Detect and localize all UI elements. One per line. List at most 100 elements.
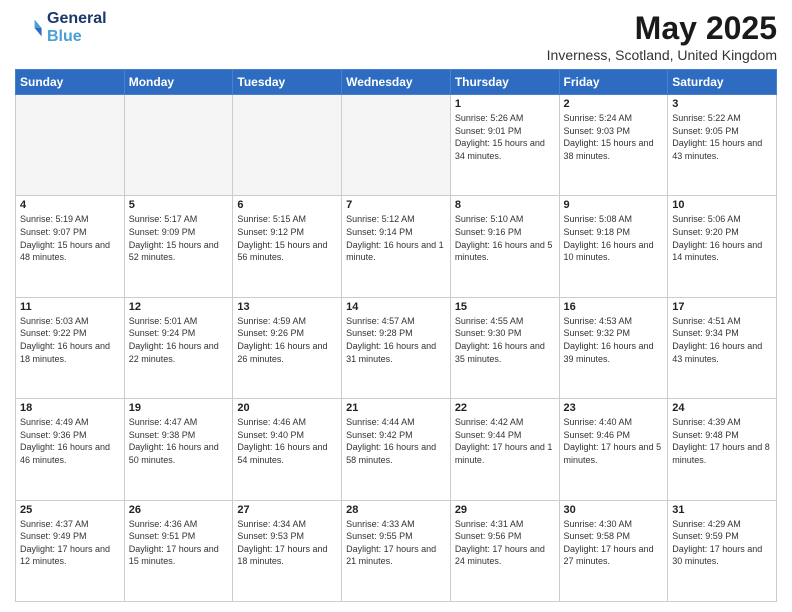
day-info: Sunrise: 5:01 AM Sunset: 9:24 PM Dayligh…	[129, 315, 229, 365]
day-cell-2-4: 15 Sunrise: 4:55 AM Sunset: 9:30 PM Dayli…	[450, 297, 559, 398]
day-cell-1-4: 8 Sunrise: 5:10 AM Sunset: 9:16 PM Daylig…	[450, 196, 559, 297]
day-info: Sunrise: 4:47 AM Sunset: 9:38 PM Dayligh…	[129, 416, 229, 466]
day-cell-1-2: 6Sunrise: 5:15 AM Sunset: 9:12 PM Daylig…	[233, 196, 342, 297]
day-info: Sunrise: 4:31 AM Sunset: 9:56 PM Dayligh…	[455, 518, 555, 568]
day-cell-4-3: 28 Sunrise: 4:33 AM Sunset: 9:55 PM Dayli…	[342, 500, 451, 601]
day-cell-4-4: 29 Sunrise: 4:31 AM Sunset: 9:56 PM Dayli…	[450, 500, 559, 601]
day-number: 8	[455, 199, 555, 211]
day-number: 2	[564, 98, 664, 110]
day-cell-0-6: 3 Sunrise: 5:22 AM Sunset: 9:05 PM Daylig…	[668, 95, 777, 196]
day-cell-1-0: 4 Sunrise: 5:19 AM Sunset: 9:07 PM Daylig…	[16, 196, 125, 297]
day-cell-0-1	[124, 95, 233, 196]
day-info: Sunrise: 4:55 AM Sunset: 9:30 PM Dayligh…	[455, 315, 555, 365]
day-cell-2-0: 11 Sunrise: 5:03 AM Sunset: 9:22 PM Dayli…	[16, 297, 125, 398]
day-number: 24	[672, 402, 772, 414]
day-info: Sunrise: 4:37 AM Sunset: 9:49 PM Dayligh…	[20, 518, 120, 568]
day-number: 12	[129, 301, 229, 313]
day-cell-4-2: 27 Sunrise: 4:34 AM Sunset: 9:53 PM Dayli…	[233, 500, 342, 601]
day-cell-4-6: 31Sunrise: 4:29 AM Sunset: 9:59 PM Dayli…	[668, 500, 777, 601]
day-info: Sunrise: 5:26 AM Sunset: 9:01 PM Dayligh…	[455, 112, 555, 162]
day-number: 3	[672, 98, 772, 110]
day-number: 15	[455, 301, 555, 313]
day-number: 7	[346, 199, 446, 211]
day-cell-4-5: 30 Sunrise: 4:30 AM Sunset: 9:58 PM Dayli…	[559, 500, 668, 601]
day-number: 25	[20, 504, 120, 516]
day-cell-2-6: 17 Sunrise: 4:51 AM Sunset: 9:34 PM Dayli…	[668, 297, 777, 398]
day-number: 19	[129, 402, 229, 414]
col-wednesday: Wednesday	[342, 70, 451, 95]
day-number: 28	[346, 504, 446, 516]
day-cell-2-3: 14 Sunrise: 4:57 AM Sunset: 9:28 PM Dayli…	[342, 297, 451, 398]
day-cell-1-5: 9Sunrise: 5:08 AM Sunset: 9:18 PM Daylig…	[559, 196, 668, 297]
day-cell-0-5: 2 Sunrise: 5:24 AM Sunset: 9:03 PM Daylig…	[559, 95, 668, 196]
day-cell-0-0	[16, 95, 125, 196]
title-block: May 2025 Inverness, Scotland, United Kin…	[547, 10, 777, 63]
day-number: 31	[672, 504, 772, 516]
day-info: Sunrise: 5:08 AM Sunset: 9:18 PM Dayligh…	[564, 213, 664, 263]
day-number: 11	[20, 301, 120, 313]
day-number: 13	[237, 301, 337, 313]
day-number: 21	[346, 402, 446, 414]
day-cell-4-1: 26 Sunrise: 4:36 AM Sunset: 9:51 PM Dayli…	[124, 500, 233, 601]
week-row-1: 1 Sunrise: 5:26 AM Sunset: 9:01 PM Daylig…	[16, 95, 777, 196]
day-cell-2-5: 16Sunrise: 4:53 AM Sunset: 9:32 PM Dayli…	[559, 297, 668, 398]
day-number: 27	[237, 504, 337, 516]
day-number: 14	[346, 301, 446, 313]
day-info: Sunrise: 5:12 AM Sunset: 9:14 PM Dayligh…	[346, 213, 446, 263]
day-number: 30	[564, 504, 664, 516]
day-info: Sunrise: 5:17 AM Sunset: 9:09 PM Dayligh…	[129, 213, 229, 263]
day-info: Sunrise: 4:51 AM Sunset: 9:34 PM Dayligh…	[672, 315, 772, 365]
day-cell-3-6: 24Sunrise: 4:39 AM Sunset: 9:48 PM Dayli…	[668, 399, 777, 500]
week-row-4: 18Sunrise: 4:49 AM Sunset: 9:36 PM Dayli…	[16, 399, 777, 500]
day-cell-3-1: 19 Sunrise: 4:47 AM Sunset: 9:38 PM Dayli…	[124, 399, 233, 500]
day-cell-4-0: 25 Sunrise: 4:37 AM Sunset: 9:49 PM Dayli…	[16, 500, 125, 601]
day-number: 10	[672, 199, 772, 211]
day-number: 18	[20, 402, 120, 414]
day-cell-2-2: 13Sunrise: 4:59 AM Sunset: 9:26 PM Dayli…	[233, 297, 342, 398]
day-info: Sunrise: 5:22 AM Sunset: 9:05 PM Dayligh…	[672, 112, 772, 162]
day-cell-1-1: 5 Sunrise: 5:17 AM Sunset: 9:09 PM Daylig…	[124, 196, 233, 297]
month-title: May 2025	[547, 10, 777, 47]
day-number: 4	[20, 199, 120, 211]
col-saturday: Saturday	[668, 70, 777, 95]
day-number: 1	[455, 98, 555, 110]
logo: General Blue	[15, 10, 107, 45]
header: General Blue May 2025 Inverness, Scotlan…	[15, 10, 777, 63]
day-info: Sunrise: 4:40 AM Sunset: 9:46 PM Dayligh…	[564, 416, 664, 466]
day-number: 16	[564, 301, 664, 313]
calendar-header-row: Sunday Monday Tuesday Wednesday Thursday…	[16, 70, 777, 95]
day-cell-0-4: 1 Sunrise: 5:26 AM Sunset: 9:01 PM Daylig…	[450, 95, 559, 196]
day-info: Sunrise: 5:19 AM Sunset: 9:07 PM Dayligh…	[20, 213, 120, 263]
day-cell-3-5: 23 Sunrise: 4:40 AM Sunset: 9:46 PM Dayli…	[559, 399, 668, 500]
day-info: Sunrise: 5:24 AM Sunset: 9:03 PM Dayligh…	[564, 112, 664, 162]
day-info: Sunrise: 4:30 AM Sunset: 9:58 PM Dayligh…	[564, 518, 664, 568]
day-number: 29	[455, 504, 555, 516]
page: General Blue May 2025 Inverness, Scotlan…	[0, 0, 792, 612]
day-info: Sunrise: 4:44 AM Sunset: 9:42 PM Dayligh…	[346, 416, 446, 466]
col-monday: Monday	[124, 70, 233, 95]
day-number: 17	[672, 301, 772, 313]
day-cell-1-6: 10Sunrise: 5:06 AM Sunset: 9:20 PM Dayli…	[668, 196, 777, 297]
day-cell-3-3: 21 Sunrise: 4:44 AM Sunset: 9:42 PM Dayli…	[342, 399, 451, 500]
week-row-5: 25 Sunrise: 4:37 AM Sunset: 9:49 PM Dayli…	[16, 500, 777, 601]
day-info: Sunrise: 4:57 AM Sunset: 9:28 PM Dayligh…	[346, 315, 446, 365]
day-number: 26	[129, 504, 229, 516]
day-cell-1-3: 7 Sunrise: 5:12 AM Sunset: 9:14 PM Daylig…	[342, 196, 451, 297]
day-info: Sunrise: 4:34 AM Sunset: 9:53 PM Dayligh…	[237, 518, 337, 568]
day-info: Sunrise: 4:36 AM Sunset: 9:51 PM Dayligh…	[129, 518, 229, 568]
col-tuesday: Tuesday	[233, 70, 342, 95]
day-cell-0-3	[342, 95, 451, 196]
day-cell-0-2	[233, 95, 342, 196]
day-cell-3-0: 18Sunrise: 4:49 AM Sunset: 9:36 PM Dayli…	[16, 399, 125, 500]
day-number: 5	[129, 199, 229, 211]
day-info: Sunrise: 5:10 AM Sunset: 9:16 PM Dayligh…	[455, 213, 555, 263]
day-cell-2-1: 12 Sunrise: 5:01 AM Sunset: 9:24 PM Dayli…	[124, 297, 233, 398]
col-sunday: Sunday	[16, 70, 125, 95]
day-info: Sunrise: 5:03 AM Sunset: 9:22 PM Dayligh…	[20, 315, 120, 365]
day-number: 20	[237, 402, 337, 414]
day-number: 6	[237, 199, 337, 211]
week-row-2: 4 Sunrise: 5:19 AM Sunset: 9:07 PM Daylig…	[16, 196, 777, 297]
col-friday: Friday	[559, 70, 668, 95]
day-number: 23	[564, 402, 664, 414]
day-info: Sunrise: 4:33 AM Sunset: 9:55 PM Dayligh…	[346, 518, 446, 568]
